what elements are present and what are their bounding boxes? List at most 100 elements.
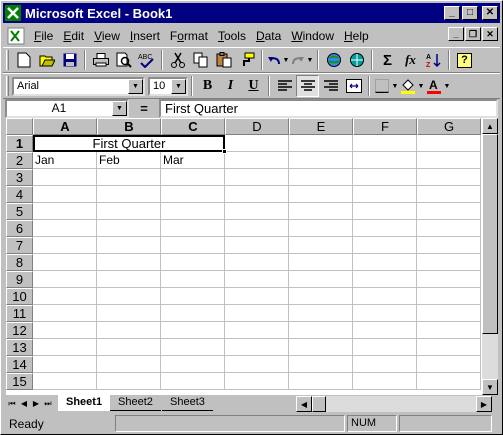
- cell-g3[interactable]: [417, 169, 481, 186]
- new-button[interactable]: [12, 49, 35, 71]
- cell-b11[interactable]: [97, 305, 161, 322]
- chevron-down-icon[interactable]: ▼: [171, 78, 186, 94]
- cell-f12[interactable]: [353, 322, 417, 339]
- cell-f2[interactable]: [353, 152, 417, 169]
- cell-g9[interactable]: [417, 271, 481, 288]
- scroll-left-button[interactable]: ◀: [296, 396, 312, 412]
- row-header-6[interactable]: 6: [6, 220, 33, 237]
- cell-c5[interactable]: [161, 203, 225, 220]
- web-toolbar-button[interactable]: [345, 49, 368, 71]
- cell-d12[interactable]: [225, 322, 289, 339]
- vertical-scroll-thumb[interactable]: [482, 134, 498, 334]
- maximize-button[interactable]: □: [462, 6, 478, 20]
- cell-b2[interactable]: Feb: [97, 152, 161, 169]
- cell-c11[interactable]: [161, 305, 225, 322]
- cell-g4[interactable]: [417, 186, 481, 203]
- copy-button[interactable]: [189, 49, 212, 71]
- cell-g11[interactable]: [417, 305, 481, 322]
- cell-c3[interactable]: [161, 169, 225, 186]
- cut-button[interactable]: [166, 49, 189, 71]
- column-header-b[interactable]: B: [97, 118, 161, 135]
- cell-g12[interactable]: [417, 322, 481, 339]
- excel-app-icon[interactable]: [5, 5, 21, 21]
- cell-a12[interactable]: [33, 322, 97, 339]
- horizontal-scrollbar[interactable]: ◀ ▶: [296, 396, 492, 412]
- chevron-down-icon[interactable]: ▼: [112, 100, 127, 116]
- title-bar[interactable]: Microsoft Excel - Book1 _ □ ✕: [3, 3, 500, 23]
- cell-e7[interactable]: [289, 237, 353, 254]
- cell-f10[interactable]: [353, 288, 417, 305]
- print-preview-button[interactable]: [112, 49, 135, 71]
- cell-a8[interactable]: [33, 254, 97, 271]
- cell-d8[interactable]: [225, 254, 289, 271]
- cell-a10[interactable]: [33, 288, 97, 305]
- cell-b7[interactable]: [97, 237, 161, 254]
- row-header-9[interactable]: 9: [6, 271, 33, 288]
- formula-input[interactable]: First Quarter: [159, 98, 498, 118]
- borders-button[interactable]: [373, 75, 391, 97]
- cell-b4[interactable]: [97, 186, 161, 203]
- column-header-g[interactable]: G: [417, 118, 481, 135]
- cell-a13[interactable]: [33, 339, 97, 356]
- row-header-10[interactable]: 10: [6, 288, 33, 305]
- row-header-3[interactable]: 3: [6, 169, 33, 186]
- cell-c7[interactable]: [161, 237, 225, 254]
- font-size-select[interactable]: 10 ▼: [148, 76, 188, 96]
- font-name-select[interactable]: Arial ▼: [12, 76, 145, 96]
- cell-a9[interactable]: [33, 271, 97, 288]
- row-header-11[interactable]: 11: [6, 305, 33, 322]
- cell-a11[interactable]: [33, 305, 97, 322]
- cell-c14[interactable]: [161, 356, 225, 373]
- cell-c10[interactable]: [161, 288, 225, 305]
- cell-e14[interactable]: [289, 356, 353, 373]
- redo-button[interactable]: [290, 49, 306, 71]
- cell-g5[interactable]: [417, 203, 481, 220]
- menu-edit[interactable]: Edit: [58, 27, 89, 45]
- cell-f4[interactable]: [353, 186, 417, 203]
- row-header-14[interactable]: 14: [6, 356, 33, 373]
- column-header-f[interactable]: F: [353, 118, 417, 135]
- cell-g7[interactable]: [417, 237, 481, 254]
- center-button[interactable]: [296, 75, 319, 97]
- menu-help[interactable]: Help: [339, 27, 374, 45]
- menu-tools[interactable]: Tools: [213, 27, 251, 45]
- align-left-button[interactable]: [273, 75, 296, 97]
- autosum-button[interactable]: Σ: [376, 49, 399, 71]
- cell-b8[interactable]: [97, 254, 161, 271]
- cell-b5[interactable]: [97, 203, 161, 220]
- cell-g14[interactable]: [417, 356, 481, 373]
- cell-d3[interactable]: [225, 169, 289, 186]
- column-header-d[interactable]: D: [225, 118, 289, 135]
- cell-d5[interactable]: [225, 203, 289, 220]
- cell-f14[interactable]: [353, 356, 417, 373]
- menu-window[interactable]: Window: [286, 27, 339, 45]
- cell-d9[interactable]: [225, 271, 289, 288]
- cell-f6[interactable]: [353, 220, 417, 237]
- doc-minimize-button[interactable]: _: [448, 27, 464, 41]
- cell-a7[interactable]: [33, 237, 97, 254]
- menu-view[interactable]: View: [89, 27, 125, 45]
- worksheet-grid[interactable]: A B C D E F G 1 2 Jan Feb Mar 3 4 5 6 7 8 9 10 11 12 13 14 15 Fir…: [6, 118, 482, 395]
- horizontal-scroll-thumb[interactable]: [312, 396, 326, 412]
- cell-a15[interactable]: [33, 373, 97, 390]
- cell-c8[interactable]: [161, 254, 225, 271]
- sort-ascending-button[interactable]: AZ: [422, 49, 445, 71]
- cell-b6[interactable]: [97, 220, 161, 237]
- cell-a5[interactable]: [33, 203, 97, 220]
- cell-e15[interactable]: [289, 373, 353, 390]
- cell-d2[interactable]: [225, 152, 289, 169]
- cell-g6[interactable]: [417, 220, 481, 237]
- paste-function-button[interactable]: fx: [399, 49, 422, 71]
- align-right-button[interactable]: [319, 75, 342, 97]
- cell-d6[interactable]: [225, 220, 289, 237]
- cell-f11[interactable]: [353, 305, 417, 322]
- cell-c9[interactable]: [161, 271, 225, 288]
- vertical-scrollbar[interactable]: ▲ ▼: [482, 118, 498, 395]
- row-header-5[interactable]: 5: [6, 203, 33, 220]
- cell-g10[interactable]: [417, 288, 481, 305]
- cell-d11[interactable]: [225, 305, 289, 322]
- help-button[interactable]: ?: [453, 49, 476, 71]
- select-all-corner[interactable]: [6, 118, 33, 135]
- save-button[interactable]: [58, 49, 81, 71]
- cell-c13[interactable]: [161, 339, 225, 356]
